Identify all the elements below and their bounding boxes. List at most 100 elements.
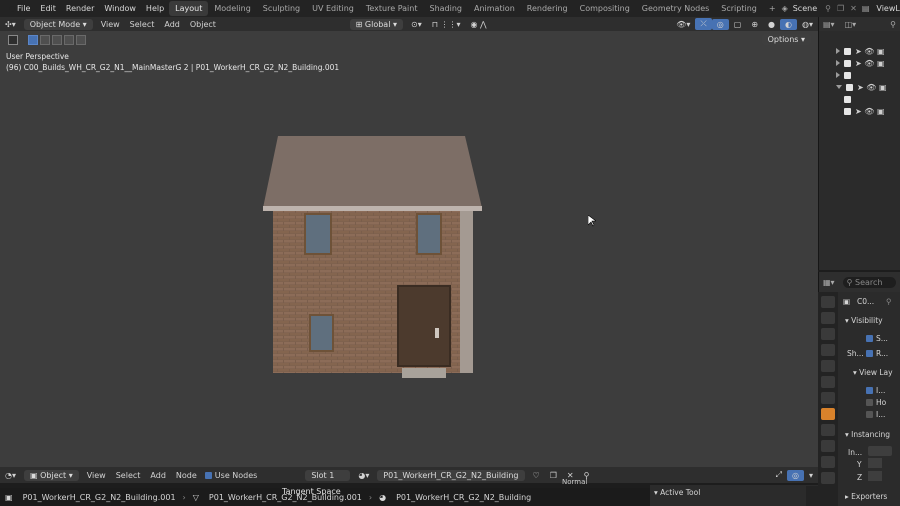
mode-dropdown[interactable]: Object Mode ▾ [23,18,93,30]
select-intersect-icon[interactable] [76,34,86,45]
shading-material-icon[interactable]: ◐ [780,18,797,30]
outliner-row[interactable] [819,69,900,81]
outliner-row[interactable]: ➤ 👁 ▣ [819,81,900,93]
select-arrow-icon[interactable]: ➤ [855,59,862,68]
checkbox-icon[interactable] [844,47,851,55]
view-layer-name[interactable]: ViewLayer [871,4,900,13]
snap-icon[interactable]: ⊓ ⋮⋮▾ [427,19,466,30]
select-new-icon[interactable] [28,34,38,45]
view-layer-icon[interactable]: ▤ [860,4,872,13]
building-model[interactable] [260,132,490,382]
expand-icon[interactable] [836,60,840,66]
viewport-menu-select[interactable]: Select [125,19,160,30]
eye-icon[interactable]: 👁 [866,83,876,92]
snap-node-icon[interactable]: ⤢ [771,469,787,481]
select-invert-icon[interactable] [64,34,74,45]
scene-name[interactable]: Scene [788,4,822,13]
shading-solid-icon[interactable]: ● [763,19,780,30]
instancing-section-header[interactable]: ▾ Instancing [845,430,890,439]
add-workspace-button[interactable]: + [763,1,782,16]
copy-icon[interactable]: ❐ [834,4,847,13]
pivot-icon[interactable]: ⊙▾ [406,19,427,30]
properties-editor-icon[interactable]: ▦▾ [823,278,835,287]
outliner-row[interactable] [819,93,900,105]
collection-tab-icon[interactable] [821,392,835,404]
physics-tab-icon[interactable] [821,456,835,468]
view-layer-checkbox-2[interactable] [866,399,873,406]
transform-orientation-dropdown[interactable]: ⊞ Global ▾ [349,18,403,30]
world-tab-icon[interactable] [821,376,835,388]
object-name[interactable]: C0... [857,297,874,306]
duplicate-material-icon[interactable]: ❐ [545,470,562,481]
node-sidebar-tab[interactable] [806,486,818,506]
modifier-tab-icon[interactable] [821,424,835,436]
tab-animation[interactable]: Animation [468,1,521,16]
proportional-edit-icon[interactable]: ◉ ⋀ [466,19,492,30]
tab-layout[interactable]: Layout [169,1,209,16]
checkbox-icon[interactable] [844,59,851,67]
select-arrow-icon[interactable]: ➤ [855,107,862,116]
overlay-icon[interactable]: ◎ [711,18,729,30]
tab-modeling[interactable]: Modeling [208,1,256,16]
properties-search-field[interactable]: ⚲ Search [842,276,896,288]
node-menu-select[interactable]: Select [111,470,146,481]
breadcrumb-material[interactable]: P01_WorkerH_CR_G2_N2_Building [391,493,536,502]
selectable-checkbox[interactable] [866,335,873,342]
instancing-z-field[interactable] [868,471,882,481]
material-name-field[interactable]: P01_WorkerH_CR_G2_N2_Building [377,469,525,481]
view-layer-checkbox-1[interactable] [866,387,873,394]
eye-icon[interactable]: 👁 [864,59,874,68]
checkbox-icon[interactable] [844,107,851,115]
node-overlay-dropdown-icon[interactable]: ▾ [804,470,818,481]
select-arrow-icon[interactable]: ➤ [855,47,862,56]
fake-user-icon[interactable]: ♡ [528,470,545,481]
particles-tab-icon[interactable] [821,440,835,452]
tab-texture-paint[interactable]: Texture Paint [360,1,424,16]
output-tab-icon[interactable] [821,328,835,340]
xray-icon[interactable]: ▢ [729,19,747,30]
select-subtract-icon[interactable] [52,34,62,45]
outliner-row[interactable]: ➤ 👁 ▣ [819,45,900,57]
node-menu-view[interactable]: View [82,470,111,481]
expand-icon[interactable] [836,72,840,78]
pin-icon[interactable]: ⚲ [822,4,834,13]
object-tab-icon[interactable] [821,408,835,420]
shading-wireframe-icon[interactable]: ⊕ [746,19,763,30]
close-scene-icon[interactable]: ✕ [847,4,860,13]
breadcrumb-object[interactable]: P01_WorkerH_CR_G2_N2_Building.001 [18,493,181,502]
node-menu-node[interactable]: Node [171,470,202,481]
eye-icon[interactable]: 👁 [864,47,874,56]
camera-icon[interactable]: ▣ [877,107,885,116]
camera-icon[interactable]: ▣ [879,83,887,92]
camera-icon[interactable]: ▣ [877,59,885,68]
viewport-menu-add[interactable]: Add [159,19,185,30]
instancing-dropdown[interactable] [868,446,892,456]
tab-shading[interactable]: Shading [423,1,468,16]
tab-uv-editing[interactable]: UV Editing [306,1,360,16]
menu-render[interactable]: Render [61,4,99,13]
shader-object-dropdown[interactable]: ▣ Object ▾ [24,469,79,481]
pin-properties-icon[interactable]: ⚲ [886,297,892,306]
shader-editor-type-icon[interactable]: ◔▾ [0,470,21,481]
select-tool-icon[interactable] [8,34,18,45]
shading-rendered-icon[interactable]: ◍▾ [797,19,818,30]
viewport-menu-object[interactable]: Object [185,19,221,30]
slot-dropdown[interactable]: Slot 1 [305,469,351,481]
node-overlay-icon[interactable]: ◎ [787,469,804,481]
tab-compositing[interactable]: Compositing [574,1,636,16]
visibility-section-header[interactable]: ▾ Visibility [845,316,883,325]
menu-edit[interactable]: Edit [35,4,61,13]
collapse-icon[interactable] [836,85,842,89]
render-tab-icon[interactable] [821,312,835,324]
tool-tab-icon[interactable] [821,296,835,308]
tab-geometry-nodes[interactable]: Geometry Nodes [636,1,715,16]
node-menu-add[interactable]: Add [145,470,171,481]
display-mode-icon[interactable]: ◫▾ [845,20,857,29]
eye-icon[interactable]: 👁 [864,107,874,116]
options-dropdown[interactable]: Options ▾ [761,34,811,45]
viewport-menu-view[interactable]: View [96,19,125,30]
constraints-tab-icon[interactable] [821,472,835,484]
outliner-editor-icon[interactable]: ▤▾ [823,20,835,29]
select-extend-icon[interactable] [40,34,50,45]
expand-icon[interactable] [836,48,840,54]
